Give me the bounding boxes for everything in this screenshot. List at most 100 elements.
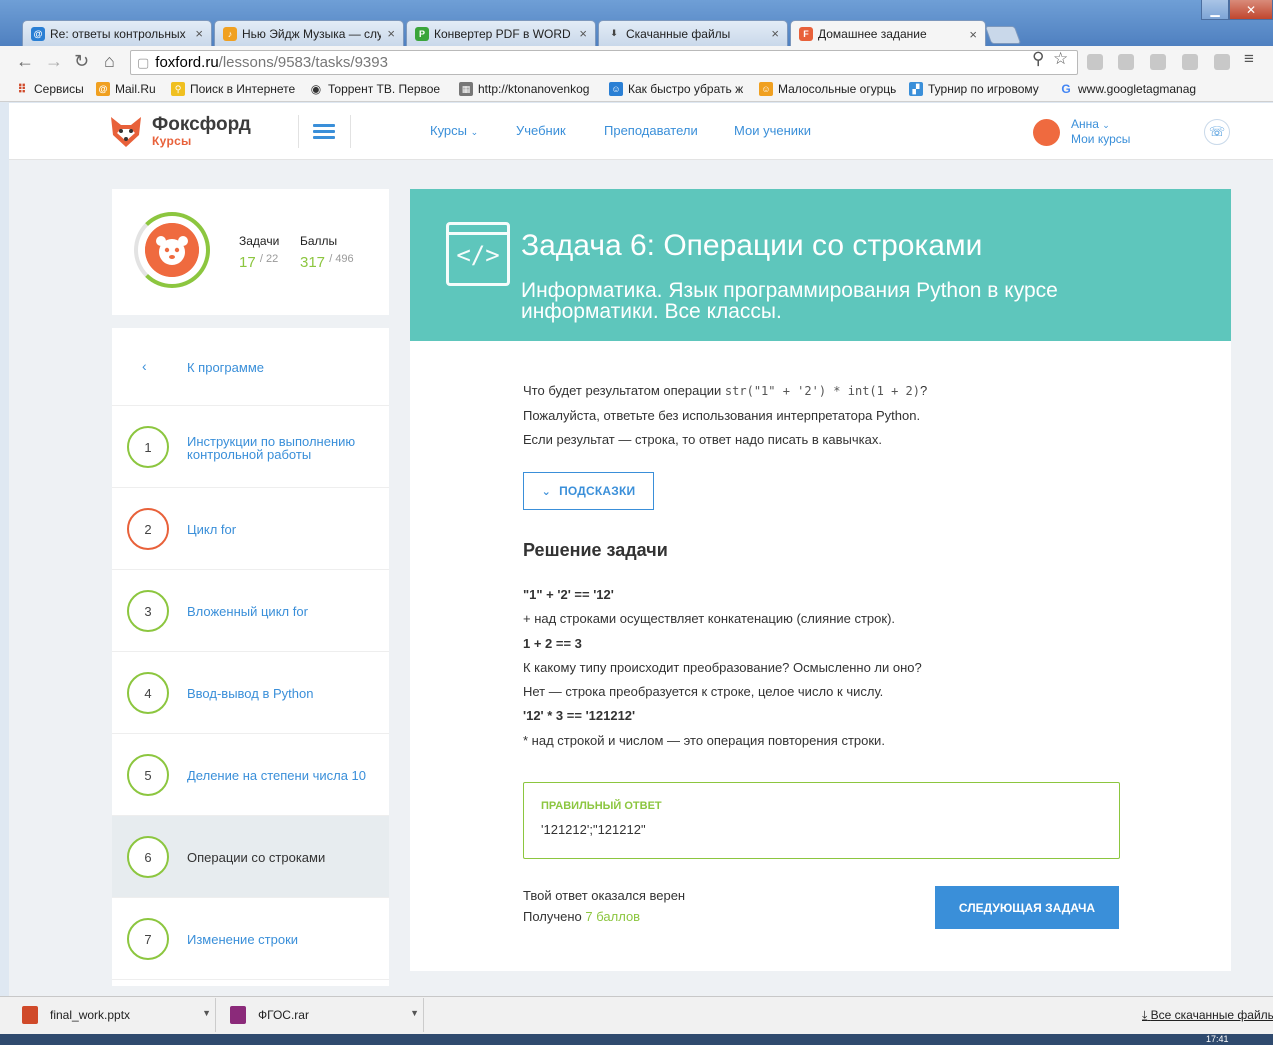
lesson-title: Цикл for [187,522,237,537]
solution-line: * над строкой и числом — это операция по… [523,733,885,748]
chevron-down-icon: ⌄ [470,127,479,137]
browser-tab[interactable]: P Конвертер PDF в WORD × [406,20,596,46]
back-label: К программе [187,360,264,375]
close-tab-icon[interactable]: × [969,27,977,42]
extension-icon[interactable] [1118,54,1134,70]
nav-textbook[interactable]: Учебник [516,123,566,138]
user-avatar [145,223,199,277]
bookmark-item[interactable]: @ Mail.Ru [96,82,166,96]
chevron-down-icon[interactable]: ▼ [202,1008,211,1018]
tab-title: Домашнее задание [818,27,927,41]
menu-icon[interactable]: ≡ [1244,49,1254,69]
points-value: 7 баллов [585,909,641,924]
browser-tab[interactable]: ♪ Нью Эйдж Музыка — слу × [214,20,404,46]
nav-courses[interactable]: Курсы ⌄ [430,123,478,138]
extension-icon[interactable] [1150,54,1166,70]
solution-line: К какому типу происходит преобразование?… [523,660,922,675]
tab-title: Скачанные файлы [626,26,731,41]
tab-title: Конвертер PDF в WORD [434,26,571,41]
correct-answer-box: ПРАВИЛЬНЫЙ ОТВЕТ '121212';"121212" [523,782,1120,859]
bookmark-item[interactable]: Gwww.googletagmanag [1059,82,1196,96]
new-tab-button[interactable] [984,26,1022,44]
sidebar-item-lesson-1[interactable]: 1 Инструкции по выполнению контрольной р… [112,406,389,488]
close-tab-icon[interactable]: × [771,26,779,41]
music-icon: ♪ [223,26,237,41]
chevron-down-icon: ⌄ [1102,120,1110,130]
question-code: str("1" + '2') * int(1 + 2) [724,384,920,398]
user-menu[interactable]: Анна ⌄ [1071,117,1110,131]
extension-icon[interactable] [1087,54,1103,70]
foxford-icon: F [799,27,813,41]
address-bar[interactable]: ▢ foxford.ru/lessons/9583/tasks/9393 [130,50,1078,75]
bookmark-item[interactable]: ☺ Малосольные огурцы [759,82,896,96]
tasks-label: Задачи [239,234,280,248]
task-title: Задача 6: Операции со строками [521,229,983,262]
download-item[interactable]: final_work.pptx ▼ [8,998,216,1032]
search-icon: ⚲ [171,82,185,96]
lesson-number: 1 [127,426,169,468]
minimize-button[interactable]: ▁ [1201,0,1229,20]
back-to-program-link[interactable]: ‹ К программе [112,328,389,406]
bookmark-item[interactable]: ⚲ Поиск в Интернете [171,82,303,96]
lesson-title: Изменение строки [187,932,299,947]
google-icon: G [1061,82,1071,96]
url-host: foxford.ru [155,54,219,71]
all-downloads-link[interactable]: ⤓ Все скачанные файлы [1142,1008,1273,1023]
my-courses-link[interactable]: Мои курсы [1071,132,1130,146]
browser-tab[interactable]: @ Re: ответы контрольных × [22,20,212,46]
zoom-icon[interactable]: ⚲ [1032,49,1044,69]
download-filename: final_work.pptx [50,1008,131,1022]
hints-button[interactable]: ⌄ ПОДСКАЗКИ [523,472,654,510]
task-subtitle: Информатика. Язык программирования Pytho… [521,279,1058,323]
bookmark-item[interactable]: ▞ Турнир по игровому [909,82,1046,96]
user-avatar[interactable] [1033,119,1060,146]
nav-teachers[interactable]: Преподаватели [604,123,698,138]
phone-icon[interactable]: ☏ [1204,119,1230,145]
os-taskbar: 17:41 [0,1034,1273,1045]
back-arrow-icon[interactable]: ← [16,51,34,72]
logo-name[interactable]: Фоксфорд [152,114,251,136]
close-window-button[interactable]: ✕ [1229,0,1273,20]
bookmark-item[interactable]: ◉ Торрент ТВ. Первое [309,82,441,96]
download-item[interactable]: ФГОС.rar ▼ [216,998,424,1032]
rar-file-icon [230,1006,246,1024]
sidebar-item-lesson-2[interactable]: 2 Цикл for [112,488,389,570]
close-tab-icon[interactable]: × [195,26,203,41]
sidebar-item-lesson-3[interactable]: 3 Вложенный цикл for [112,570,389,652]
close-tab-icon[interactable]: × [387,26,395,41]
user-name: Анна [1071,117,1099,131]
bookmark-star-icon[interactable]: ☆ [1053,49,1068,69]
fox-logo-icon[interactable] [109,113,143,149]
chevron-down-icon[interactable]: ▼ [410,1008,419,1018]
logo-subtitle: Курсы [152,134,192,148]
hamburger-menu-icon[interactable] [313,124,335,140]
divider [298,115,299,148]
browser-tab[interactable]: ⬇ Скачанные файлы × [598,20,788,46]
points-total: / 496 [329,253,354,265]
bookmark-item[interactable]: ⠿ Сервисы [15,82,90,96]
points-earned: Получено 7 баллов [523,909,640,924]
solution-heading: Решение задачи [523,540,668,560]
extension-icon[interactable] [1182,54,1198,70]
next-task-button[interactable]: СЛЕДУЮЩАЯ ЗАДАЧА [935,886,1119,929]
sidebar-item-lesson-6[interactable]: 6 Операции со строками [112,816,389,898]
answer-value: '121212';"121212" [541,822,646,837]
sidebar-item-lesson-4[interactable]: 4 Ввод-вывод в Python [112,652,389,734]
nav-my-students[interactable]: Мои ученики [734,123,811,138]
home-icon[interactable]: ⌂ [104,51,115,72]
url-path: /lessons/9583/tasks/9393 [218,54,388,71]
sidebar-item-lesson-7[interactable]: 7 Изменение строки [112,898,389,980]
bookmark-label: Mail.Ru [115,82,156,96]
nav-label: Курсы [430,123,468,138]
browser-tab-active[interactable]: F Домашнее задание × [790,20,986,47]
reload-icon[interactable]: ↻ [74,51,89,72]
bookmark-item[interactable]: ☺ Как быстро убрать ж [609,82,746,96]
forward-arrow-icon[interactable]: → [45,51,63,72]
bookmark-label: Поиск в Интернете [190,82,296,96]
sidebar-item-lesson-5[interactable]: 5 Деление на степени числа 10 [112,734,389,816]
close-tab-icon[interactable]: × [579,26,587,41]
question-line: Что будет результатом операции str("1" +… [523,383,927,398]
bookmark-item[interactable]: ▦ http://ktonanovenkog [459,82,596,96]
lesson-title: Операции со строками [187,850,326,865]
extension-icon[interactable] [1214,54,1230,70]
